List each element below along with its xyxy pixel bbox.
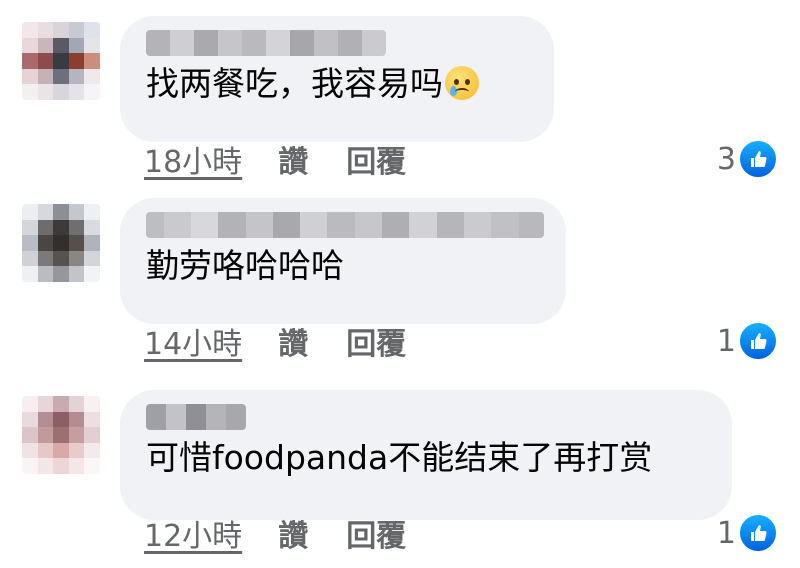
comment-bubble: 找两餐吃，我容易吗 <box>120 16 554 142</box>
crying-face-icon <box>445 66 479 100</box>
like-button[interactable]: 讚 <box>278 137 308 181</box>
thumbs-up-icon <box>738 513 778 553</box>
thumbs-up-icon <box>738 321 778 361</box>
reply-button[interactable]: 回覆 <box>346 511 406 555</box>
comment-text: 可惜foodpanda不能结束了再打赏 <box>146 438 653 477</box>
comment: 可惜foodpanda不能结束了再打赏 12小時 讚 回覆 1 <box>0 374 800 564</box>
timestamp-link[interactable]: 12小時 <box>144 511 242 555</box>
like-button[interactable]: 讚 <box>278 511 308 555</box>
comment: 勤劳咯哈哈哈 14小時 讚 回覆 1 <box>0 182 800 372</box>
reaction-count: 1 <box>716 323 736 359</box>
reaction-count: 3 <box>716 141 736 177</box>
comment-actions: 12小時 讚 回覆 <box>144 511 406 555</box>
reply-button[interactable]: 回覆 <box>346 319 406 363</box>
avatar[interactable] <box>22 396 100 474</box>
comment-text: 找两餐吃，我容易吗 <box>146 62 526 106</box>
comment-text: 勤劳咯哈哈哈 <box>146 246 344 285</box>
reply-button[interactable]: 回覆 <box>346 137 406 181</box>
reaction-count: 1 <box>716 515 736 551</box>
timestamp-link[interactable]: 18小時 <box>144 137 242 181</box>
comment: 找两餐吃，我容易吗 18小時 讚 回覆 3 <box>0 0 800 190</box>
avatar[interactable] <box>22 22 100 100</box>
like-button[interactable]: 讚 <box>278 319 308 363</box>
commenter-name-blurred[interactable] <box>146 30 386 56</box>
comment-bubble: 勤劳咯哈哈哈 <box>120 198 566 324</box>
commenter-name-blurred[interactable] <box>146 404 246 430</box>
avatar[interactable] <box>22 204 100 282</box>
commenter-name-blurred[interactable] <box>146 212 544 238</box>
reaction-summary[interactable]: 1 <box>717 321 778 361</box>
comment-actions: 18小時 讚 回覆 <box>144 137 406 181</box>
reaction-summary[interactable]: 3 <box>717 139 778 179</box>
timestamp-link[interactable]: 14小時 <box>144 319 242 363</box>
reaction-summary[interactable]: 1 <box>717 513 778 553</box>
comment-actions: 14小時 讚 回覆 <box>144 319 406 363</box>
comment-bubble: 可惜foodpanda不能结束了再打赏 <box>120 390 732 520</box>
thumbs-up-icon <box>738 139 778 179</box>
